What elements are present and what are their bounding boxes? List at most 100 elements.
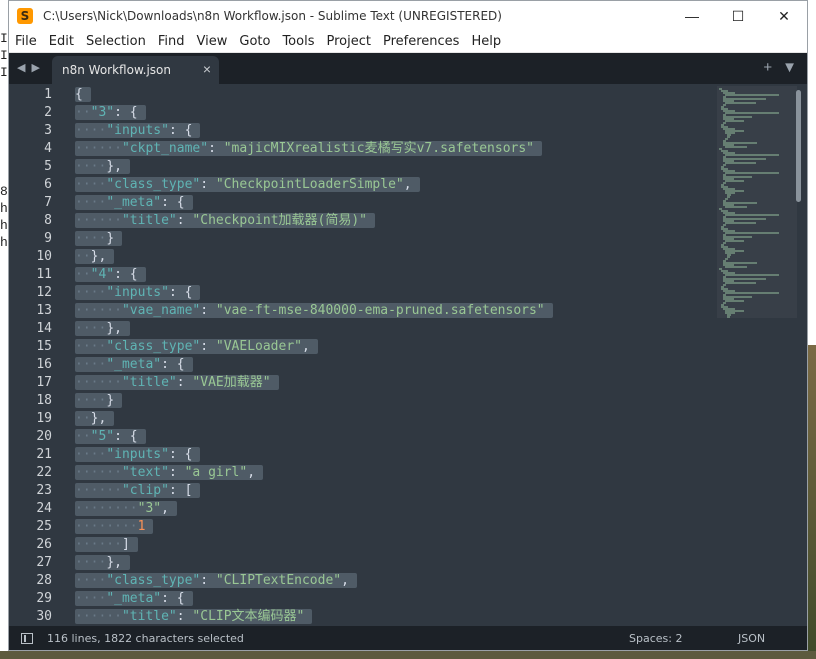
code-line[interactable]: ····} bbox=[75, 230, 123, 248]
line-number: 9 bbox=[44, 231, 52, 246]
line-number: 19 bbox=[36, 411, 52, 426]
code-line[interactable]: ······"title": "Checkpoint加载器(简易)" bbox=[75, 212, 375, 230]
code-line[interactable]: ····"_meta": { bbox=[75, 194, 193, 212]
vertical-scrollbar[interactable] bbox=[795, 88, 803, 624]
line-number: 25 bbox=[36, 519, 52, 534]
code-line[interactable]: ····}, bbox=[75, 158, 130, 176]
scrollbar-thumb[interactable] bbox=[796, 90, 801, 202]
selection-status: 116 lines, 1822 characters selected bbox=[47, 631, 244, 645]
close-button[interactable]: ✕ bbox=[761, 1, 807, 31]
code-token: ······ bbox=[75, 465, 122, 480]
background-char bbox=[0, 98, 8, 115]
tab-nav-right-icon[interactable]: ▶ bbox=[31, 61, 39, 74]
tab-n8n-workflow[interactable]: n8n Workflow.json × bbox=[52, 56, 219, 84]
background-char bbox=[0, 132, 8, 149]
menu-preferences[interactable]: Preferences bbox=[377, 34, 465, 49]
code-line[interactable]: ······] bbox=[75, 536, 138, 554]
selection-highlight: ····} bbox=[75, 231, 123, 246]
background-char: I bbox=[0, 31, 8, 46]
code-line[interactable]: ····}, bbox=[75, 320, 130, 338]
code-line[interactable]: ··}, bbox=[75, 248, 115, 266]
code-token: ·· bbox=[75, 411, 91, 426]
code-line[interactable]: ····"class_type": "VAELoader", bbox=[75, 338, 318, 356]
code-line[interactable]: ······"title": "CLIP文本编码器" bbox=[75, 608, 313, 626]
code-token: ······ bbox=[75, 483, 122, 498]
syntax-status[interactable]: JSON bbox=[738, 632, 765, 645]
tab-nav-left-icon[interactable]: ◀ bbox=[17, 61, 25, 74]
minimap-line bbox=[725, 112, 779, 114]
code-line[interactable]: ··"5": { bbox=[75, 428, 146, 446]
code-token: ······ bbox=[75, 141, 122, 156]
code-line[interactable]: { bbox=[75, 86, 91, 104]
code-line[interactable]: ········"3", bbox=[75, 500, 177, 518]
code-line[interactable]: ····"inputs": { bbox=[75, 284, 201, 302]
code-token: : { bbox=[161, 357, 185, 372]
code-line[interactable]: ····"inputs": { bbox=[75, 122, 201, 140]
code-token: : bbox=[200, 303, 216, 318]
code-line[interactable]: ······"title": "VAE加载器" bbox=[75, 374, 279, 392]
code-token: : bbox=[208, 141, 224, 156]
background-char: h bbox=[0, 218, 8, 233]
panel-toggle-icon[interactable] bbox=[21, 632, 33, 644]
selection-highlight: ····} bbox=[75, 393, 123, 408]
code-token: : { bbox=[114, 105, 138, 120]
line-number: 12 bbox=[36, 285, 52, 300]
code-line[interactable]: ····} bbox=[75, 392, 123, 410]
code-line[interactable]: ····}, bbox=[75, 554, 130, 572]
minimap-line bbox=[725, 154, 779, 156]
line-number: 7 bbox=[44, 195, 52, 210]
code-line[interactable]: ······"text": "a girl", bbox=[75, 464, 264, 482]
code-token: "CLIP文本编码器" bbox=[192, 609, 305, 624]
minimap-line bbox=[725, 292, 779, 294]
code-token: : bbox=[200, 177, 216, 192]
menu-edit[interactable]: Edit bbox=[43, 34, 80, 49]
background-char bbox=[0, 81, 8, 98]
line-number: 17 bbox=[36, 375, 52, 390]
selection-highlight: ······"ckpt_name": "majicMIXrealistic麦橘写… bbox=[75, 141, 542, 156]
code-line[interactable]: ··"4": { bbox=[75, 266, 146, 284]
code-token: : { bbox=[168, 123, 193, 138]
code-token: ···· bbox=[75, 591, 107, 606]
line-number: 14 bbox=[36, 321, 52, 336]
menu-selection[interactable]: Selection bbox=[80, 34, 152, 49]
editor-area[interactable]: 1 2 3 4 5 6 7 8 9 10 11 12 13 14 15 16 17 18 19 20 21 22 23 24 2… bbox=[9, 84, 807, 628]
code-line[interactable]: ······"clip": [ bbox=[75, 482, 201, 500]
code-line[interactable]: ········1 bbox=[75, 518, 154, 536]
new-tab-icon[interactable]: + bbox=[763, 59, 772, 76]
menu-tools[interactable]: Tools bbox=[276, 34, 320, 49]
code-token: "inputs" bbox=[106, 123, 169, 138]
code-line[interactable]: ····"_meta": { bbox=[75, 590, 193, 608]
tab-close-icon[interactable]: × bbox=[203, 61, 211, 77]
selection-highlight: ····"class_type": "CheckpointLoaderSimpl… bbox=[75, 177, 420, 192]
minimize-button[interactable]: — bbox=[669, 1, 715, 31]
line-number: 1 bbox=[44, 87, 52, 102]
minimap[interactable] bbox=[719, 88, 789, 318]
menu-help[interactable]: Help bbox=[465, 34, 507, 49]
title-bar[interactable]: S C:\Users\Nick\Downloads\n8n Workflow.j… bbox=[9, 1, 807, 31]
menu-view[interactable]: View bbox=[191, 34, 234, 49]
menu-file[interactable]: File bbox=[9, 34, 43, 49]
maximize-button[interactable]: ☐ bbox=[715, 1, 761, 31]
tab-nav-arrows: ◀ ▶ bbox=[17, 61, 40, 74]
code-line[interactable]: ····"class_type": "CheckpointLoaderSimpl… bbox=[75, 176, 420, 194]
code-token: "3" bbox=[90, 105, 115, 120]
menu-project[interactable]: Project bbox=[320, 34, 376, 49]
line-number: 20 bbox=[36, 429, 52, 444]
minimap-line bbox=[725, 146, 747, 148]
code-line[interactable]: ····"class_type": "CLIPTextEncode", bbox=[75, 572, 357, 590]
tab-dropdown-icon[interactable]: ▼ bbox=[782, 59, 797, 76]
code-line[interactable]: ······"vae_name": "vae-ft-mse-840000-ema… bbox=[75, 302, 553, 320]
code-line[interactable]: ····"_meta": { bbox=[75, 356, 193, 374]
indentation-status[interactable]: Spaces: 2 bbox=[629, 632, 682, 645]
line-number: 21 bbox=[36, 447, 52, 462]
code-line[interactable]: ··"3": { bbox=[75, 104, 146, 122]
line-number: 18 bbox=[36, 393, 52, 408]
code-token: , bbox=[341, 573, 349, 588]
code-line[interactable]: ······"ckpt_name": "majicMIXrealistic麦橘写… bbox=[75, 140, 542, 158]
code-line[interactable]: ····"inputs": { bbox=[75, 446, 201, 464]
menu-goto[interactable]: Goto bbox=[233, 34, 276, 49]
code-view[interactable]: {··"3": {····"inputs": {······"ckpt_name… bbox=[75, 84, 715, 628]
code-line[interactable]: ··}, bbox=[75, 410, 115, 428]
code-token: "vae-ft-mse-840000-ema-pruned.safetensor… bbox=[215, 303, 545, 318]
menu-find[interactable]: Find bbox=[152, 34, 191, 49]
